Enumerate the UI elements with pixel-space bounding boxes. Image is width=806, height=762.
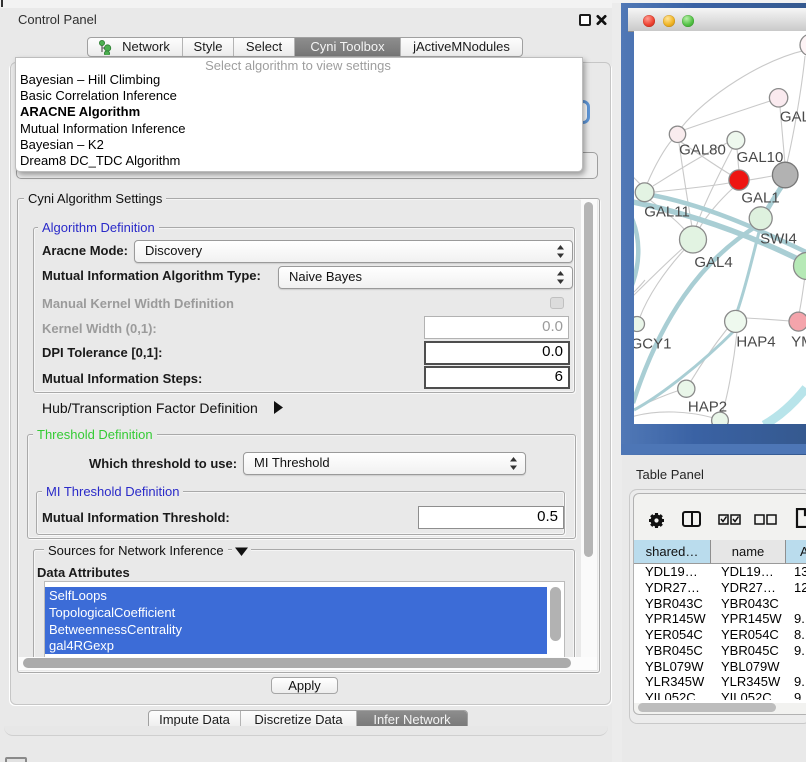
- svg-text:GAL10: GAL10: [737, 149, 784, 166]
- svg-text:HAP2: HAP2: [688, 399, 727, 416]
- svg-text:GCY1: GCY1: [634, 336, 671, 353]
- svg-text:SWI4: SWI4: [760, 231, 797, 248]
- svg-text:GAL1: GAL1: [741, 190, 779, 207]
- svg-text:GAL4: GAL4: [694, 254, 732, 271]
- svg-text:GAL80: GAL80: [679, 142, 726, 159]
- svg-text:YMR0: YMR0: [791, 334, 806, 351]
- svg-text:HAP4: HAP4: [736, 334, 775, 351]
- svg-text:GAL7: GAL7: [780, 109, 806, 126]
- svg-text:GAL11: GAL11: [644, 204, 690, 221]
